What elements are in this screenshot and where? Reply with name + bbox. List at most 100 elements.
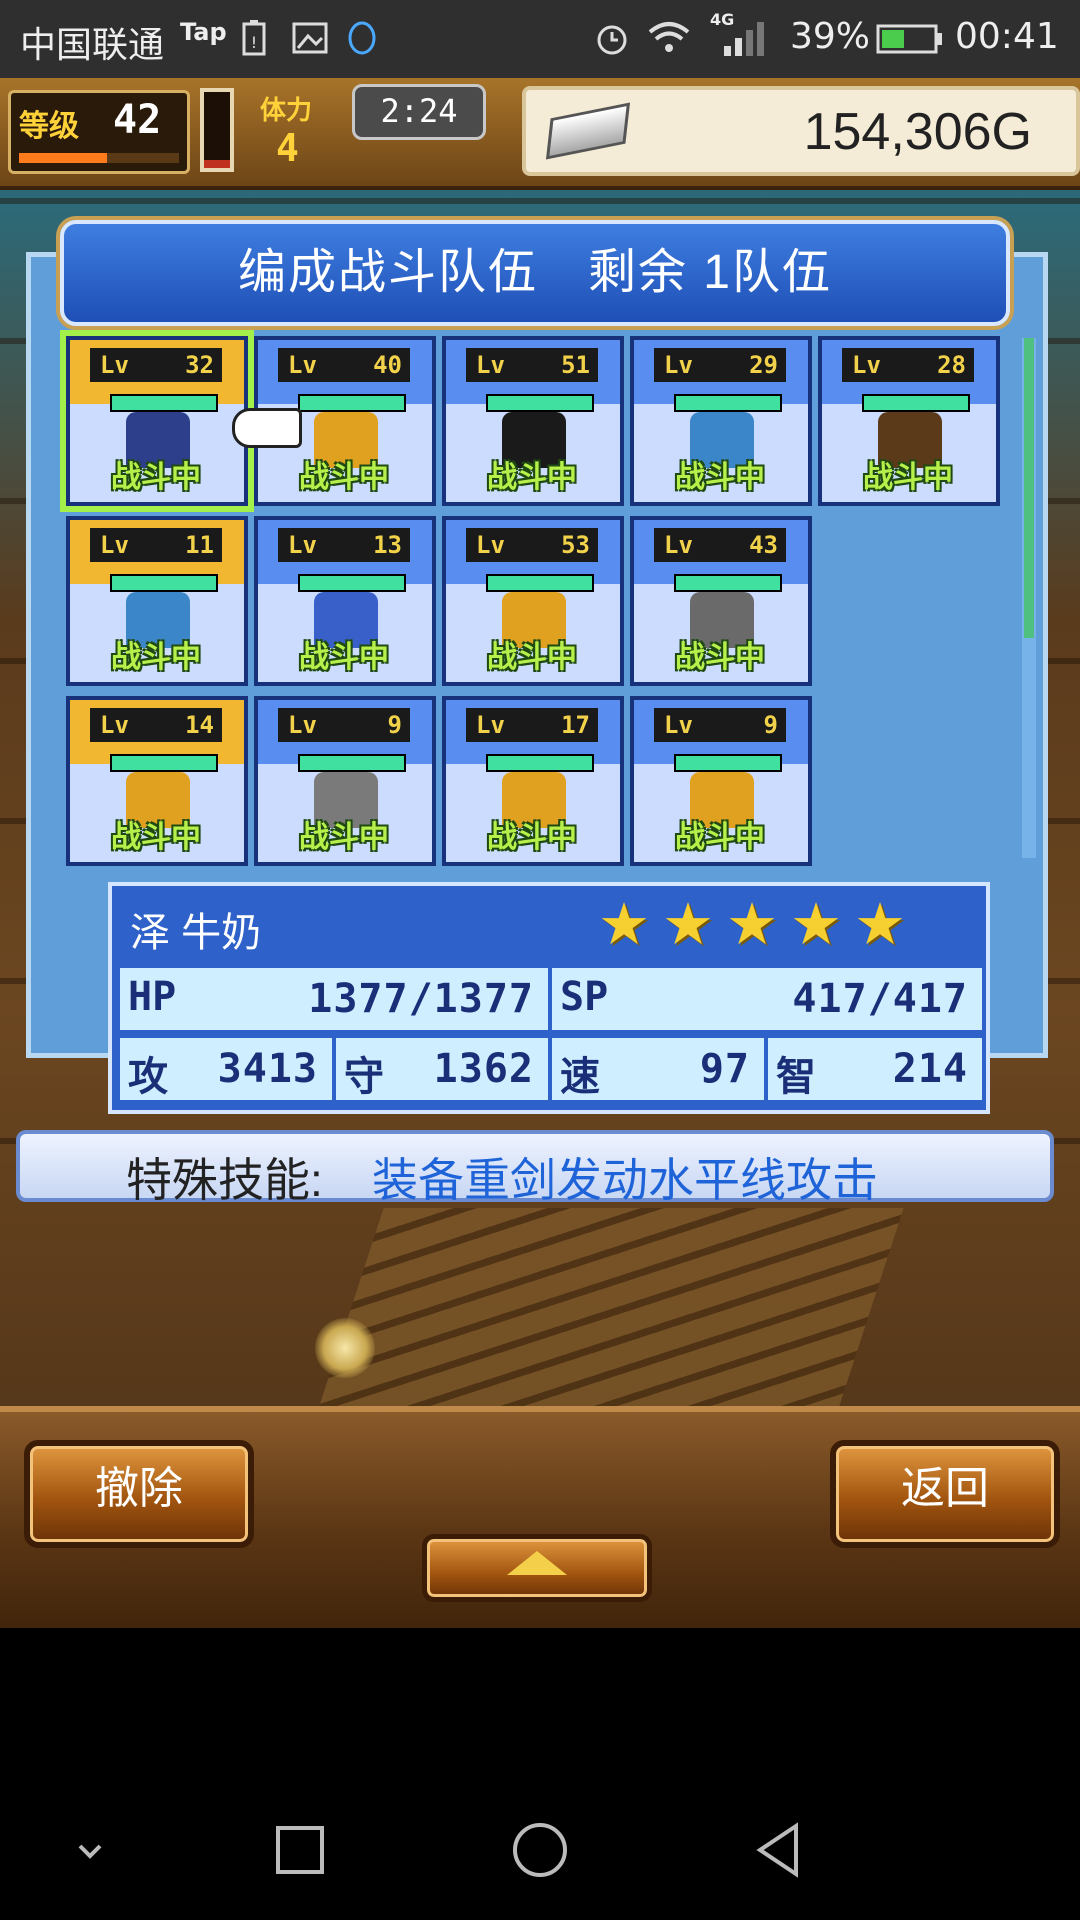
- level-label: 等级: [19, 109, 79, 144]
- member-card[interactable]: Lv 17 战斗中: [442, 696, 624, 866]
- member-hp-fill: [112, 576, 216, 590]
- home-icon[interactable]: [510, 1820, 570, 1880]
- remove-button[interactable]: 撤除: [24, 1440, 254, 1548]
- member-level-value: 14: [185, 711, 214, 739]
- member-level-label: Lv: [100, 351, 129, 379]
- clock: 00:41: [955, 16, 1059, 57]
- scrollbar-thumb[interactable]: [1024, 338, 1034, 638]
- member-status: 战斗中: [111, 640, 201, 675]
- member-card[interactable]: Lv 51 战斗中: [442, 336, 624, 506]
- back-button[interactable]: 返回: [830, 1440, 1060, 1548]
- attack-label: 攻: [128, 1054, 168, 1100]
- special-skill-label: 特殊技能:: [126, 1154, 323, 1206]
- member-level-label: Lv: [476, 351, 505, 379]
- member-hp-bar: [298, 754, 406, 772]
- member-card[interactable]: Lv 32 战斗中: [60, 330, 254, 512]
- alarm-icon: [597, 25, 627, 55]
- stat-row-hp-sp: HP 1377/1377 SP 417/417: [120, 968, 982, 1030]
- member-hp-fill: [864, 396, 968, 410]
- member-status: 战斗中: [299, 820, 389, 855]
- member-card[interactable]: Lv 53 战斗中: [442, 516, 624, 686]
- member-status: 战斗中: [487, 460, 577, 495]
- tap-icon: Tap: [180, 18, 227, 46]
- silver-bar-icon: [545, 102, 631, 160]
- stat-row-attributes: 攻 3413 守 1362 速 97 智 214: [120, 1038, 982, 1100]
- member-hp-fill: [676, 576, 780, 590]
- hp-label: HP: [128, 974, 177, 1020]
- member-level-value: 28: [937, 351, 966, 379]
- member-status: 战斗中: [675, 460, 765, 495]
- member-level-label: Lv: [288, 711, 317, 739]
- member-hp-fill: [676, 396, 780, 410]
- star-icon: ★: [726, 890, 778, 958]
- member-card[interactable]: Lv 28 战斗中: [818, 336, 1000, 506]
- member-card[interactable]: Lv 11 战斗中: [66, 516, 248, 686]
- image-icon: [292, 22, 328, 54]
- page-title: 编成战斗队伍 剩余 1队伍: [237, 246, 833, 299]
- recent-apps-icon[interactable]: [270, 1820, 330, 1880]
- member-card[interactable]: Lv 14 战斗中: [66, 696, 248, 866]
- member-card[interactable]: Lv 29 战斗中: [630, 336, 812, 506]
- special-skill-value: 装备重剑发动水平线攻击: [372, 1154, 878, 1206]
- member-level-value: 17: [561, 711, 590, 739]
- member-level: Lv 29: [654, 348, 786, 382]
- level-display: 等级 42: [8, 90, 190, 174]
- member-hp-fill: [488, 576, 592, 590]
- member-hp-bar: [110, 574, 218, 592]
- defense-label: 守: [344, 1054, 384, 1100]
- hp-value: 1377/1377: [308, 976, 534, 1022]
- chevron-down-icon[interactable]: [60, 1820, 120, 1880]
- member-level-label: Lv: [100, 711, 129, 739]
- stat-defense: 守 1362: [336, 1038, 552, 1100]
- attack-value: 3413: [217, 1046, 318, 1092]
- member-level-label: Lv: [664, 351, 693, 379]
- member-status: 战斗中: [111, 460, 201, 495]
- member-card[interactable]: Lv 9 战斗中: [630, 696, 812, 866]
- member-level: Lv 51: [466, 348, 598, 382]
- top-hud: 等级 42 体力 4 2:24 154,306G: [0, 78, 1080, 190]
- member-hp-bar: [298, 574, 406, 592]
- member-level: Lv 43: [654, 528, 786, 562]
- lamp: [315, 1318, 375, 1378]
- speed-label: 速: [560, 1054, 600, 1100]
- speed-value: 97: [699, 1046, 750, 1092]
- member-status: 战斗中: [863, 460, 953, 495]
- member-scrollbar[interactable]: [1022, 338, 1036, 858]
- member-level: Lv 14: [90, 708, 222, 742]
- wifi-icon: [648, 22, 690, 52]
- star-icon: ★: [854, 890, 906, 958]
- carrier-label: 中国联通: [20, 25, 165, 66]
- gold-display: 154,306G: [522, 86, 1080, 176]
- expand-up-button[interactable]: [422, 1534, 652, 1602]
- member-hp-bar: [486, 754, 594, 772]
- stat-intelligence: 智 214: [768, 1038, 982, 1100]
- signal-icon: [724, 22, 764, 56]
- member-level-value: 9: [763, 711, 778, 739]
- member-hp-fill: [488, 396, 592, 410]
- battery-icon: [876, 24, 942, 54]
- member-hp-bar: [110, 394, 218, 412]
- member-level-value: 29: [749, 351, 778, 379]
- member-level-value: 32: [185, 351, 214, 379]
- stat-hp: HP 1377/1377: [120, 968, 552, 1030]
- stamina-label: 体力: [260, 96, 313, 126]
- intelligence-label: 智: [776, 1054, 816, 1100]
- member-hp-bar: [674, 394, 782, 412]
- unit-name: 泽 牛奶: [130, 911, 262, 955]
- member-status: 战斗中: [487, 820, 577, 855]
- member-card[interactable]: Lv 13 战斗中: [254, 516, 436, 686]
- member-hp-bar: [674, 754, 782, 772]
- star-icon: ★: [662, 890, 714, 958]
- back-icon[interactable]: [750, 1820, 810, 1880]
- member-hp-bar: [674, 574, 782, 592]
- stamina-gauge: [200, 88, 234, 172]
- member-card[interactable]: Lv 43 战斗中: [630, 516, 812, 686]
- member-status: 战斗中: [675, 820, 765, 855]
- member-level-value: 11: [185, 531, 214, 559]
- member-hp-bar: [486, 394, 594, 412]
- member-card[interactable]: Lv 9 战斗中: [254, 696, 436, 866]
- member-hp-bar: [862, 394, 970, 412]
- unit-rarity-stars: ★ ★ ★ ★ ★: [598, 894, 914, 958]
- member-hp-fill: [300, 396, 404, 410]
- member-hp-fill: [300, 576, 404, 590]
